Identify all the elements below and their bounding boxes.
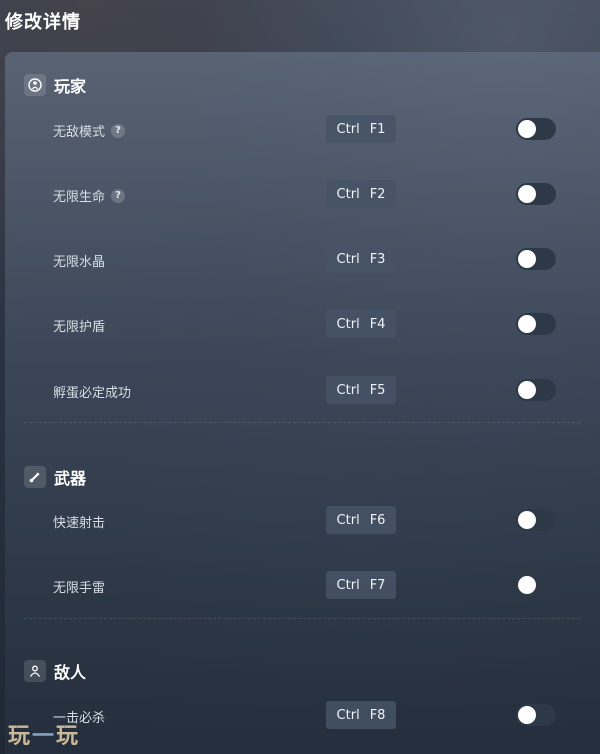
watermark-char: 玩 — [56, 724, 81, 749]
toggle-knob — [518, 185, 536, 203]
hotkey-button[interactable]: Ctrl F6 — [326, 506, 396, 534]
cheat-row: 无限手雷 Ctrl F7 — [5, 571, 600, 599]
toggle-switch[interactable] — [516, 118, 556, 140]
cheat-row: 无敌模式 ? Ctrl F1 — [5, 115, 600, 143]
hotkey-button[interactable]: Ctrl F7 — [326, 571, 396, 599]
toggle-switch[interactable] — [516, 313, 556, 335]
toggle-knob — [518, 315, 536, 333]
hotkey-key: F8 — [369, 707, 386, 723]
cheat-row: 快速射击 Ctrl F6 — [5, 506, 600, 534]
toggle-switch[interactable] — [516, 379, 556, 401]
hotkey-button[interactable]: Ctrl F2 — [326, 180, 396, 208]
toggle-knob — [518, 511, 536, 529]
hotkey-key: F3 — [369, 251, 386, 267]
hotkey-key: F6 — [369, 512, 386, 528]
toggle-knob — [518, 120, 536, 138]
cheat-row: 无限水晶 Ctrl F3 — [5, 245, 600, 273]
hotkey-modifier: Ctrl — [336, 121, 360, 137]
hotkey-modifier: Ctrl — [336, 512, 360, 528]
hotkey-key: F7 — [369, 577, 386, 593]
hotkey-key: F2 — [369, 186, 386, 202]
enemy-icon — [24, 660, 46, 682]
toggle-knob — [518, 250, 536, 268]
hotkey-key: F4 — [369, 316, 386, 332]
toggle-knob — [518, 381, 536, 399]
weapon-icon — [24, 466, 46, 488]
section-title: 玩家 — [54, 77, 87, 96]
site-watermark: 玩一玩 — [8, 718, 80, 750]
cheat-row: 孵蛋必定成功 Ctrl F5 — [5, 376, 600, 404]
section-header-enemy: 敌人 — [24, 659, 86, 683]
toggle-knob — [518, 576, 536, 594]
hotkey-modifier: Ctrl — [336, 186, 360, 202]
hotkey-modifier: Ctrl — [336, 251, 360, 267]
section-header-weapon: 武器 — [24, 465, 86, 489]
section-header-player: 玩家 — [24, 73, 86, 97]
cheat-label: 无限水晶 — [53, 255, 106, 270]
toggle-knob — [518, 706, 536, 724]
player-icon — [24, 74, 46, 96]
cheat-row: 无限护盾 Ctrl F4 — [5, 310, 600, 338]
page-title: 修改详情 — [5, 12, 81, 33]
hotkey-modifier: Ctrl — [336, 577, 360, 593]
hotkey-key: F5 — [369, 382, 386, 398]
cheat-label: 快速射击 — [53, 516, 106, 531]
cheat-label: 孵蛋必定成功 — [53, 386, 132, 401]
toggle-switch[interactable] — [516, 248, 556, 270]
toggle-switch[interactable] — [516, 704, 556, 726]
section-divider — [24, 422, 580, 423]
hotkey-modifier: Ctrl — [336, 316, 360, 332]
cheat-label: 无限手雷 — [53, 581, 106, 596]
cheat-label: 无敌模式 — [53, 125, 106, 140]
section-title: 敌人 — [54, 663, 87, 682]
section-divider — [24, 618, 580, 619]
watermark-char: 一 — [32, 724, 57, 749]
hotkey-key: F1 — [369, 121, 386, 137]
section-title: 武器 — [54, 469, 87, 488]
hotkey-button[interactable]: Ctrl F5 — [326, 376, 396, 404]
toggle-switch[interactable] — [516, 574, 556, 596]
cheat-label: 无限护盾 — [53, 320, 106, 335]
hotkey-button[interactable]: Ctrl F4 — [326, 310, 396, 338]
hotkey-modifier: Ctrl — [336, 382, 360, 398]
cheat-row: 一击必杀 Ctrl F8 — [5, 701, 600, 729]
watermark-char: 玩 — [8, 724, 33, 749]
help-icon[interactable]: ? — [111, 188, 126, 203]
cheat-panel: 玩家 无敌模式 ? Ctrl F1 无限生命 ? Ctrl F2 无限水晶 Ct… — [5, 52, 600, 754]
hotkey-button[interactable]: Ctrl F1 — [326, 115, 396, 143]
cheat-label: 无限生命 — [53, 190, 106, 205]
help-icon[interactable]: ? — [111, 123, 126, 138]
toggle-switch[interactable] — [516, 183, 556, 205]
hotkey-modifier: Ctrl — [336, 707, 360, 723]
hotkey-button[interactable]: Ctrl F3 — [326, 245, 396, 273]
toggle-switch[interactable] — [516, 509, 556, 531]
cheat-row: 无限生命 ? Ctrl F2 — [5, 180, 600, 208]
hotkey-button[interactable]: Ctrl F8 — [326, 701, 396, 729]
